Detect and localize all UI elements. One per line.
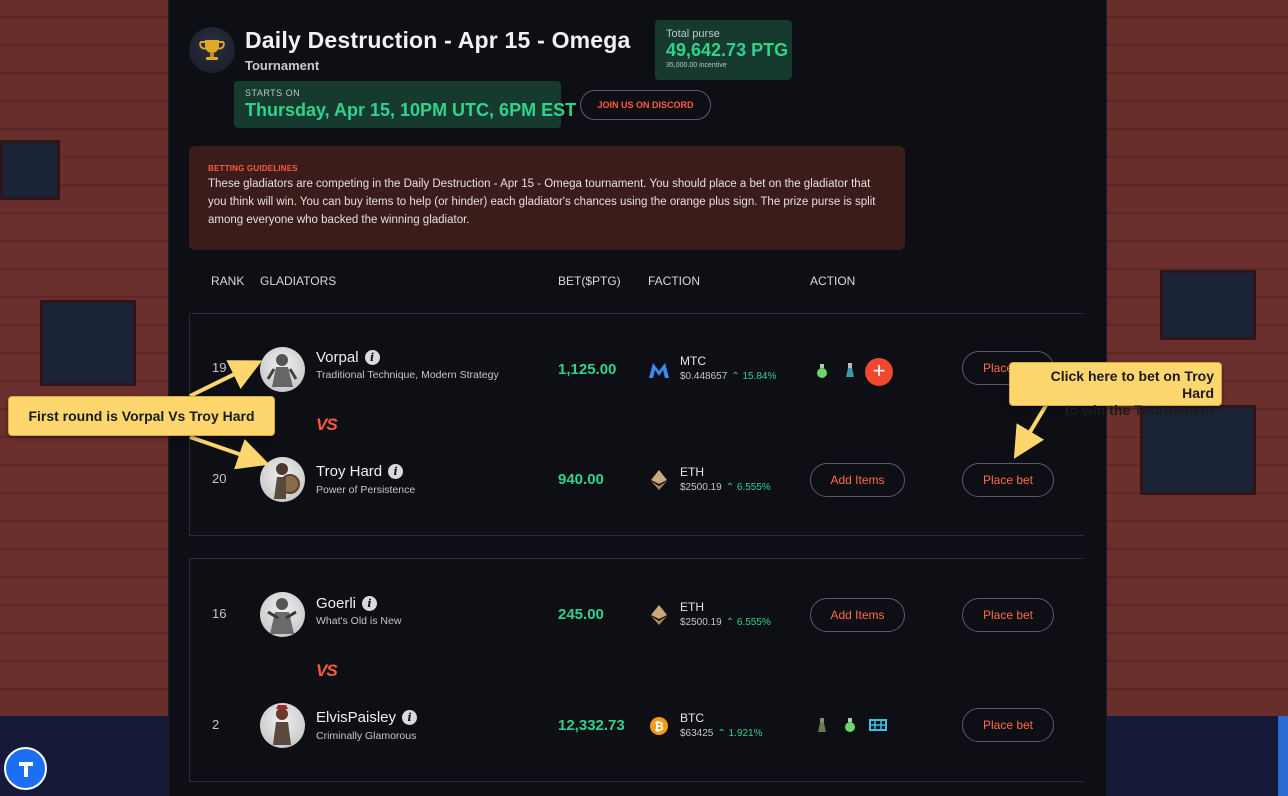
callout-line-1: Click here to bet on Troy Hard <box>1050 368 1214 401</box>
app-logo-icon[interactable] <box>4 747 47 790</box>
page-title: Daily Destruction - Apr 15 - Omega <box>245 27 631 53</box>
gladiator-description: What's Old is New <box>316 615 402 627</box>
potion-icon[interactable] <box>842 717 858 733</box>
potion-icon[interactable] <box>842 362 858 378</box>
place-bet-button[interactable]: Place bet <box>962 463 1054 497</box>
place-bet-callout: Click here to bet on Troy Hard to win th… <box>1009 362 1222 418</box>
first-round-callout: First round is Vorpal Vs Troy Hard <box>8 396 275 436</box>
betting-guidelines: BETTING GUIDELINES These gladiators are … <box>189 146 905 250</box>
info-icon[interactable]: i <box>402 710 418 725</box>
total-purse-card: Total purse 49,642.73 PTG 35,000.00 ince… <box>655 20 792 80</box>
gladiator-name-text: Troy Hard <box>316 463 383 480</box>
join-discord-button[interactable]: JOIN US ON DISCORD <box>580 90 711 120</box>
guidelines-label: BETTING GUIDELINES <box>208 164 298 173</box>
purse-value: 49,642.73 PTG <box>666 40 789 60</box>
info-icon[interactable]: i <box>364 350 380 365</box>
rank-value: 16 <box>212 606 227 621</box>
callout-line-2: to win the Tournament <box>1064 402 1214 418</box>
place-bet-button[interactable]: Place bet <box>962 598 1054 632</box>
faction-price: $63425 ⌃ 1.921% <box>680 728 762 739</box>
rank-value: 19 <box>212 360 227 375</box>
faction-price-value: $2500.19 <box>680 482 722 493</box>
bet-amount: 12,332.73 <box>558 717 625 734</box>
gladiator-name-text: Vorpal <box>316 349 359 366</box>
add-item-plus-button[interactable]: + <box>865 358 893 386</box>
place-bet-button[interactable]: Place bet <box>962 708 1054 742</box>
trophy-icon <box>189 27 235 73</box>
eth-icon <box>648 469 670 491</box>
header-action: ACTION <box>810 274 856 288</box>
gladiator-name-text: ElvisPaisley <box>316 709 397 726</box>
net-icon[interactable] <box>869 717 887 733</box>
purse-label: Total purse <box>666 28 720 40</box>
price-change: ⌃ 15.84% <box>731 371 777 382</box>
gladiator-avatar[interactable] <box>260 703 305 748</box>
gladiator-description: Traditional Technique, Modern Strategy <box>316 369 499 381</box>
bet-amount: 1,125.00 <box>558 361 617 378</box>
faction-price-value: $0.448657 <box>680 371 728 382</box>
page-subtitle: Tournament <box>245 58 320 73</box>
header-gladiators: GLADIATORS <box>260 274 337 288</box>
btc-icon: ₿ <box>648 715 670 737</box>
price-change-value: 15.84% <box>742 371 777 382</box>
price-change: ⌃ 6.555% <box>725 617 771 628</box>
price-change: ⌃ 1.921% <box>717 728 763 739</box>
price-change: ⌃ 6.555% <box>725 482 771 493</box>
gladiator-name: ElvisPaisley i <box>316 709 418 726</box>
rank-value: 20 <box>212 471 227 486</box>
add-items-button[interactable]: Add Items <box>810 463 905 497</box>
gladiator-name: Troy Hard i <box>316 463 404 480</box>
purse-incentive: 35,000.00 incentive <box>666 62 727 69</box>
header-rank: RANK <box>211 274 245 288</box>
gladiator-avatar[interactable] <box>260 457 305 502</box>
price-change-value: 6.555% <box>736 482 771 493</box>
eth-icon <box>648 604 670 626</box>
starts-on-label: STARTS ON <box>245 88 301 98</box>
faction-price-value: $63425 <box>680 728 714 739</box>
gladiator-avatar[interactable] <box>260 592 305 637</box>
bet-amount: 245.00 <box>558 606 604 623</box>
bet-amount: 940.00 <box>558 471 604 488</box>
info-icon[interactable]: i <box>362 596 378 611</box>
faction-name: ETH <box>680 600 704 614</box>
gladiator-description: Power of Persistence <box>316 484 416 496</box>
faction-price: $2500.19 ⌃ 6.555% <box>680 482 771 493</box>
faction-name: MTC <box>680 354 706 368</box>
vs-label: VS <box>316 415 338 434</box>
info-icon[interactable]: i <box>388 464 404 479</box>
potion-icon[interactable] <box>814 717 830 733</box>
svg-text:₿: ₿ <box>654 720 664 734</box>
header-faction: FACTION <box>648 274 701 288</box>
faction-name: ETH <box>680 465 704 479</box>
faction-price-value: $2500.19 <box>680 617 722 628</box>
starts-on-card: STARTS ON Thursday, Apr 15, 10PM UTC, 6P… <box>234 81 577 128</box>
guidelines-text: These gladiators are competing in the Da… <box>208 178 876 226</box>
faction-price: $0.448657 ⌃ 15.84% <box>680 371 776 382</box>
gladiator-name-text: Goerli <box>316 595 357 612</box>
potion-icon[interactable] <box>814 363 830 379</box>
mtc-icon <box>648 359 670 381</box>
header-bet: BET($PTG) <box>558 274 621 288</box>
faction-price: $2500.19 ⌃ 6.555% <box>680 617 771 628</box>
rank-value: 2 <box>212 717 220 732</box>
gladiator-description: Criminally Glamorous <box>316 730 417 742</box>
starts-on-value: Thursday, Apr 15, 10PM UTC, 6PM EST <box>245 100 577 120</box>
gladiator-name: Goerli i <box>316 595 378 612</box>
gladiator-avatar[interactable] <box>260 347 305 392</box>
faction-name: BTC <box>680 711 704 725</box>
price-change-value: 6.555% <box>736 617 771 628</box>
vs-label: VS <box>316 661 338 680</box>
add-items-button[interactable]: Add Items <box>810 598 905 632</box>
gladiator-name: Vorpal i <box>316 349 380 366</box>
price-change-value: 1.921% <box>728 728 763 739</box>
